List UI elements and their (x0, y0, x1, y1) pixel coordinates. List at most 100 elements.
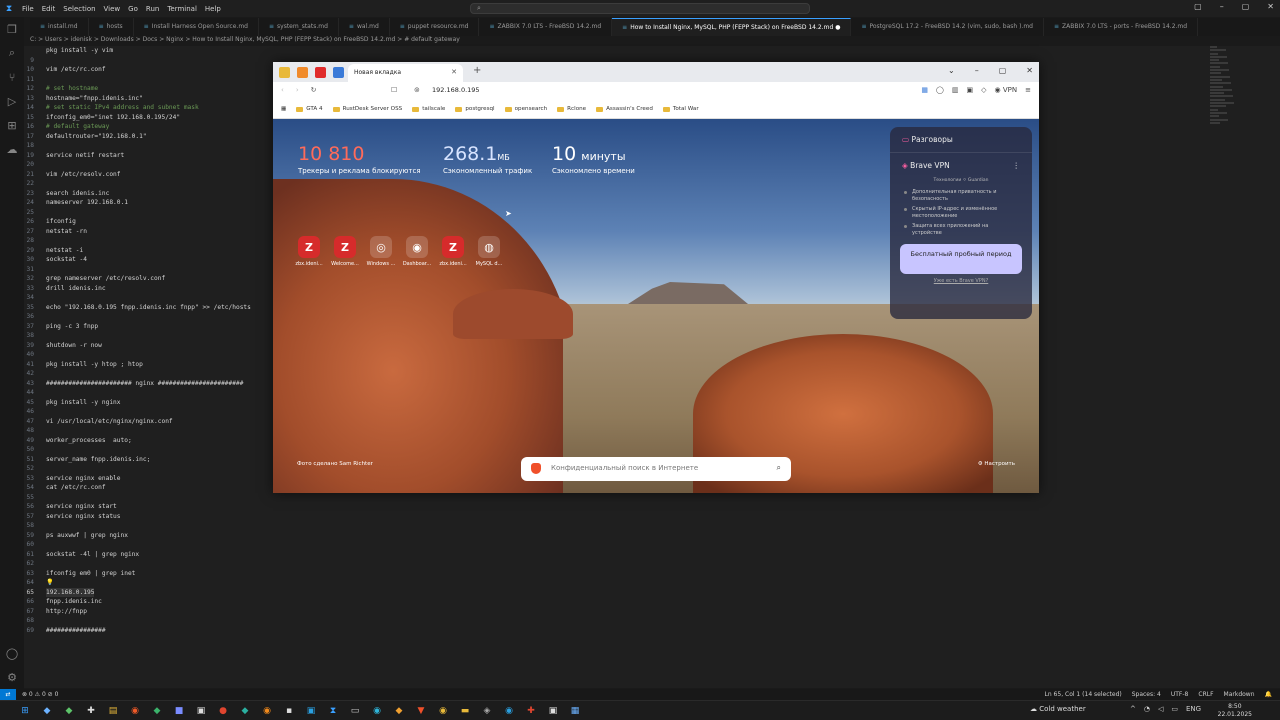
clock[interactable]: 8:50 22.01.2025 (1218, 703, 1252, 719)
menu-item-selection[interactable]: Selection (63, 5, 95, 13)
minimap[interactable] (1210, 46, 1234, 126)
pinned-tab-icon[interactable] (315, 67, 326, 78)
editor-tab[interactable]: ≡ How to Install Nginx, MySQL, PHP (FEPP … (612, 18, 852, 36)
editor-tab[interactable]: ≡ puppet resource.md (390, 18, 480, 36)
taskbar-app-icon[interactable]: ▪ (278, 702, 300, 720)
minimize-icon[interactable]: – (975, 66, 979, 75)
taskbar-app-icon[interactable]: ◆ (36, 702, 58, 720)
top-site-tile[interactable]: ◉ Dashboar... (400, 236, 434, 267)
active-browser-tab[interactable]: Новая вкладка ✕ (348, 64, 463, 82)
taskbar-app-icon[interactable]: ◆ (146, 702, 168, 720)
taskbar-app-icon[interactable]: ✚ (80, 702, 102, 720)
weather-widget[interactable]: ☁ Cold weather (1030, 705, 1086, 713)
editor-tab[interactable]: ≡ ZABBIX 7.0 LTS - ports - FreeBSD 14.2.m… (1044, 18, 1199, 36)
taskbar-app-icon[interactable]: ◉ (256, 702, 278, 720)
more-options-icon[interactable]: ⋮ (1013, 161, 1021, 170)
minimize-icon[interactable]: – (1220, 2, 1224, 11)
url-input[interactable]: 192.168.0.195 (396, 83, 886, 98)
taskbar-app-icon[interactable]: ● (212, 702, 234, 720)
menu-item-file[interactable]: File (22, 5, 34, 13)
editor-tab[interactable]: ≡ ZABBIX 7.0 LTS - FreeBSD 14.2.md (479, 18, 613, 36)
cursor-position[interactable]: Ln 65, Col 1 (14 selected) (1045, 691, 1122, 698)
taskbar-app-icon[interactable]: ▦ (564, 702, 586, 720)
top-site-tile[interactable]: Zzbx.ideni... (292, 236, 326, 267)
bookmark-item[interactable]: GTA 4 (296, 106, 323, 112)
taskbar-app-icon[interactable]: ◈ (476, 702, 498, 720)
bookmark-item[interactable]: postgresql (455, 106, 495, 112)
top-site-tile[interactable]: ◎ Windows ... (364, 236, 398, 267)
vscode-taskbar-icon[interactable]: ⧗ (322, 702, 344, 720)
editor-tab[interactable]: ≡ wal.md (339, 18, 390, 36)
extension-icon[interactable]: ▦ (921, 86, 928, 94)
bookmark-item[interactable]: tailscale (412, 106, 445, 112)
battery-icon[interactable]: ▭ (1171, 705, 1178, 713)
already-have-vpn-link[interactable]: Уже есть Brave VPN? (890, 278, 1032, 284)
settings-gear-icon[interactable]: ⚙ (0, 665, 24, 689)
taskbar-app-icon[interactable]: ▤ (102, 702, 124, 720)
editor-tab[interactable]: ≡ PostgreSQL 17.2 - FreeBSD 14.2 (vim, su… (851, 18, 1044, 36)
taskbar-app-icon[interactable]: ◆ (58, 702, 80, 720)
wifi-icon[interactable]: ◔ (1144, 705, 1150, 713)
top-site-tile[interactable]: ◍ MySQL d... (472, 236, 506, 267)
bookmark-item[interactable]: RustDesk Server OSS (332, 106, 402, 112)
pinned-tab-icon[interactable] (279, 67, 290, 78)
taskbar-app-icon[interactable]: ◆ (234, 702, 256, 720)
taskbar-app-icon[interactable]: ▣ (300, 702, 322, 720)
volume-icon[interactable]: ◁ (1158, 705, 1163, 713)
bookmark-item[interactable]: Assassin's Creed (596, 106, 653, 112)
search-box[interactable]: Конфиденциальный поиск в Интернете ⌕ (521, 457, 791, 481)
taskbar-app-icon[interactable]: ✚ (520, 702, 542, 720)
editor-tab[interactable]: ≡ hosts (89, 18, 134, 36)
editor-tab[interactable]: ≡ Install Harness Open Source.md (134, 18, 259, 36)
bookmark-item[interactable]: Rclone (557, 106, 586, 112)
menu-item-run[interactable]: Run (146, 5, 159, 13)
taskbar-app-icon[interactable]: ▣ (190, 702, 212, 720)
menu-item-edit[interactable]: Edit (42, 5, 56, 13)
source-control-icon[interactable]: ⑂ (0, 65, 24, 89)
remote-indicator-icon[interactable]: ⇄ (0, 689, 16, 700)
brave-taskbar-icon[interactable]: ▼ (410, 702, 432, 720)
encoding[interactable]: UTF-8 (1171, 691, 1189, 698)
start-icon[interactable]: ⊞ (14, 702, 36, 720)
reload-icon[interactable]: ↻ (311, 86, 317, 94)
taskbar-app-icon[interactable]: ◆ (388, 702, 410, 720)
editor-tab[interactable]: ≡ system_stats.md (259, 18, 339, 36)
remote-icon[interactable]: ☁ (0, 137, 24, 161)
extensions-icon[interactable]: ⊞ (0, 113, 24, 137)
close-tab-icon[interactable]: ✕ (451, 68, 457, 76)
run-debug-icon[interactable]: ▷ (0, 89, 24, 113)
account-icon[interactable]: ◯ (0, 641, 24, 665)
chevron-down-icon[interactable]: ⌄ (948, 66, 955, 75)
vpn-button[interactable]: ◉ VPN (995, 86, 1018, 94)
explorer-icon[interactable]: ❐ (0, 17, 24, 41)
free-trial-button[interactable]: Бесплатный пробный период (900, 244, 1022, 274)
command-search[interactable]: ⌕ (470, 3, 810, 14)
bookmark-item[interactable]: opensearch (504, 106, 547, 112)
pinned-tab-icon[interactable] (333, 67, 344, 78)
editor-tab[interactable]: ≡ install.md (30, 18, 89, 36)
maximize-icon[interactable]: ▢ (999, 66, 1007, 75)
taskbar-app-icon[interactable]: ▭ (344, 702, 366, 720)
edge-icon[interactable]: ◉ (366, 702, 388, 720)
search-icon[interactable]: ⌕ (777, 463, 781, 473)
eol[interactable]: CRLF (1198, 691, 1213, 698)
taskbar-app-icon[interactable]: ■ (168, 702, 190, 720)
problems-indicator[interactable]: ⊗ 0 ⚠ 0 ⊘ 0 (16, 691, 58, 698)
top-site-tile[interactable]: Z Welcome... (328, 236, 362, 267)
top-site-tile[interactable]: Zzbx.ideni... (436, 236, 470, 267)
chat-icon[interactable]: ◯ (936, 86, 944, 94)
conversations-widget[interactable]: ▭ Разговоры (890, 127, 1032, 153)
menu-item-view[interactable]: View (104, 5, 121, 13)
notifications-icon[interactable]: 🔔 (1265, 691, 1272, 698)
tray-icon[interactable]: ^ (1130, 705, 1136, 713)
apps-grid-icon[interactable]: ▦ (281, 106, 286, 112)
menu-icon[interactable]: ≡ (1025, 86, 1031, 94)
wallet-icon[interactable]: ▣ (967, 86, 974, 94)
file-explorer-icon[interactable]: ▬ (454, 702, 476, 720)
close-icon[interactable]: ✕ (1026, 66, 1033, 75)
sidebar-icon[interactable]: ▥ (952, 86, 959, 94)
back-icon[interactable]: ‹ (281, 86, 284, 94)
maximize-icon[interactable]: ▢ (1242, 2, 1250, 11)
language-indicator[interactable]: ENG (1186, 705, 1201, 713)
menu-item-go[interactable]: Go (128, 5, 138, 13)
